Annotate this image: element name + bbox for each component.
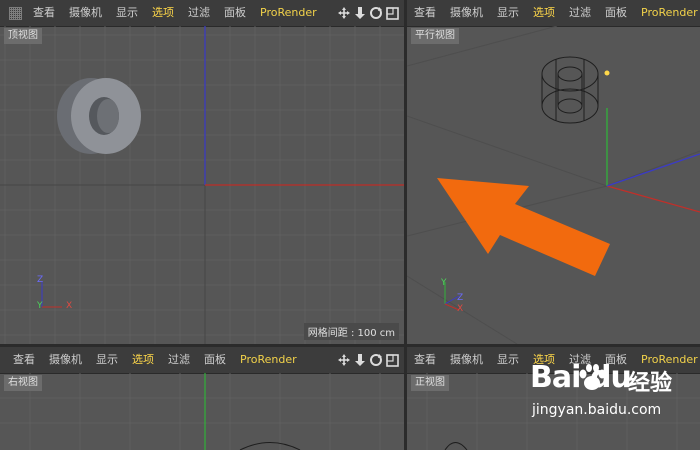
menu-filter[interactable]: 过滤: [181, 0, 217, 26]
menu-filter[interactable]: 过滤: [562, 0, 598, 26]
big-orange-arrow: [437, 178, 610, 276]
torus-object[interactable]: [57, 78, 141, 154]
menu-camera[interactable]: 摄像机: [62, 0, 109, 26]
perspective-canvas[interactable]: [407, 26, 700, 344]
gizmo-z-label: Z: [37, 275, 44, 285]
gizmo-y-label: Y: [441, 278, 447, 288]
viewport-right[interactable]: 查看 摄像机 显示 选项 过滤 面板 ProRender 右视图: [0, 347, 404, 450]
axis-z-line: [606, 153, 700, 187]
gizmo-z-label: Z: [457, 293, 464, 303]
cinema4d-viewports: 查看 摄像机 显示 选项 过滤 面板 ProRender Z Y X 顶视图 网…: [0, 0, 700, 450]
menu-panel[interactable]: 面板: [217, 0, 253, 26]
menu-display[interactable]: 显示: [109, 0, 145, 26]
gizmo-x-label: X: [457, 304, 464, 314]
watermark-product: 经验: [628, 371, 673, 396]
viewport-menubar: 查看 摄像机 显示 选项 过滤 面板 ProRender: [0, 347, 404, 374]
viewport-label: 平行视图: [411, 28, 459, 44]
menu-view[interactable]: 查看: [407, 347, 443, 373]
menu-camera[interactable]: 摄像机: [443, 347, 490, 373]
menu-view[interactable]: 查看: [6, 347, 42, 373]
move-icon[interactable]: [337, 353, 351, 367]
grid-lines: [0, 373, 404, 450]
maximize-icon[interactable]: [386, 6, 399, 20]
torus-edge: [444, 442, 468, 450]
viewport-label: 正视图: [411, 375, 449, 391]
menu-panel[interactable]: 面板: [197, 347, 233, 373]
menu-filter[interactable]: 过滤: [161, 347, 197, 373]
watermark-brand-left: Bai: [530, 360, 581, 395]
axis-x-line: [606, 185, 700, 213]
menu-display[interactable]: 显示: [490, 0, 526, 26]
menu-prorender[interactable]: ProRender: [233, 347, 304, 373]
gizmo-x-label: X: [66, 301, 73, 311]
viewport-top[interactable]: 查看 摄像机 显示 选项 过滤 面板 ProRender Z Y X 顶视图 网…: [0, 0, 404, 344]
maximize-icon[interactable]: [386, 353, 399, 367]
rotate-icon[interactable]: [369, 6, 383, 20]
viewport-label: 右视图: [4, 375, 42, 391]
viewport-menubar: 查看 摄像机 显示 选项 过滤 面板 ProRender: [407, 0, 700, 27]
gizmo-y-label: Y: [37, 301, 43, 311]
menu-prorender[interactable]: ProRender: [634, 0, 700, 26]
view-tools: [337, 353, 404, 367]
menu-display[interactable]: 显示: [490, 347, 526, 373]
down-arrow-icon[interactable]: [354, 6, 366, 20]
menu-view[interactable]: 查看: [26, 0, 62, 26]
watermark-brand-right: du: [590, 360, 632, 395]
right-view-canvas[interactable]: [0, 373, 404, 450]
viewport-label: 顶视图: [4, 28, 42, 44]
viewport-front[interactable]: 查看 摄像机 显示 选项 过滤 面板 ProRender 正视图 Bai du …: [407, 347, 700, 450]
menu-camera[interactable]: 摄像机: [42, 347, 89, 373]
menu-options[interactable]: 选项: [125, 347, 161, 373]
object-handle[interactable]: [604, 70, 610, 76]
menu-camera[interactable]: 摄像机: [443, 0, 490, 26]
viewport-menubar: 查看 摄像机 显示 选项 过滤 面板 ProRender: [0, 0, 404, 27]
menu-options[interactable]: 选项: [526, 0, 562, 26]
menu-display[interactable]: 显示: [89, 347, 125, 373]
watermark-domain: jingyan.baidu.com: [532, 402, 662, 418]
move-icon[interactable]: [337, 6, 351, 20]
view-tools: [337, 6, 404, 20]
menu-panel[interactable]: 面板: [598, 0, 634, 26]
torus-wireframe[interactable]: [541, 56, 599, 124]
baidu-jingyan-watermark: Bai du 经验 jingyan.baidu.com: [530, 360, 692, 436]
axis-gizmo: [41, 282, 62, 308]
top-view-canvas[interactable]: [0, 26, 404, 344]
torus-edge: [239, 442, 301, 450]
viewport-perspective[interactable]: 查看 摄像机 显示 选项 过滤 面板 ProRender Y Z X 平行视图: [407, 0, 700, 344]
grip-icon[interactable]: [9, 6, 22, 20]
menu-prorender[interactable]: ProRender: [253, 0, 324, 26]
menu-options[interactable]: 选项: [145, 0, 181, 26]
rotate-icon[interactable]: [369, 353, 383, 367]
menu-view[interactable]: 查看: [407, 0, 443, 26]
down-arrow-icon[interactable]: [354, 353, 366, 367]
grid-spacing-label: 网格间距 : 100 cm: [303, 323, 399, 340]
